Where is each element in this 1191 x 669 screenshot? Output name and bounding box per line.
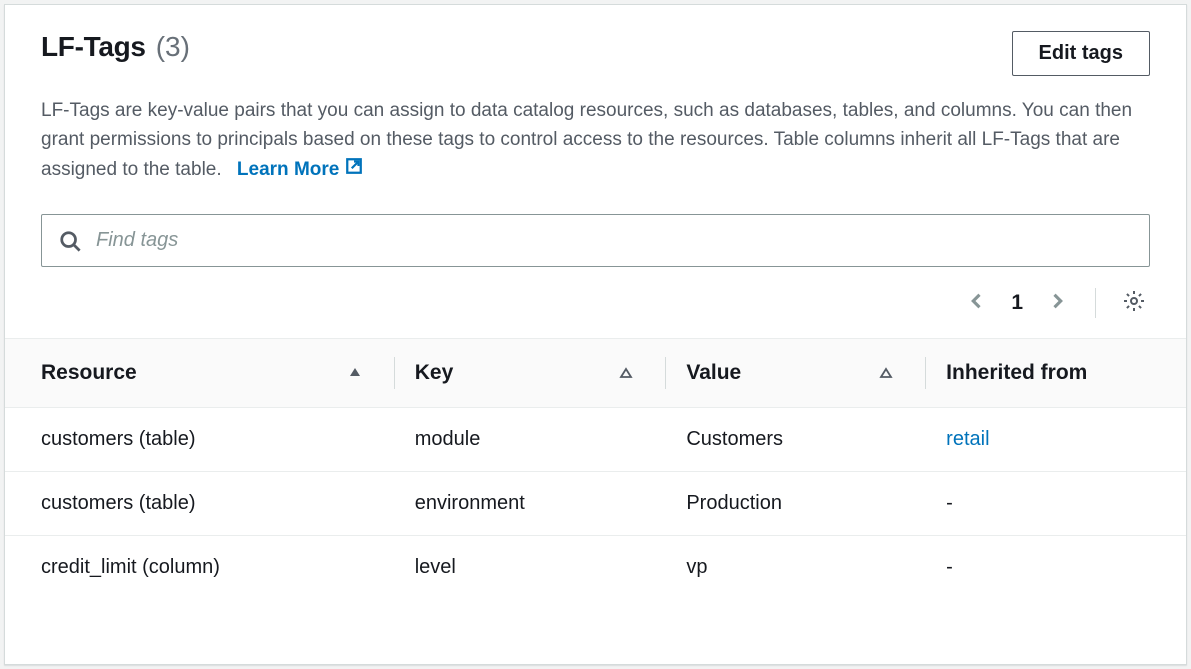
item-count: (3) [156, 31, 190, 63]
table-header-row: Resource Key [5, 339, 1186, 408]
cell-value: Customers [666, 408, 926, 472]
panel-header: LF-Tags (3) Edit tags LF-Tags are key-va… [5, 5, 1186, 184]
sort-icon [878, 365, 894, 381]
search-row [41, 214, 1150, 267]
settings-button[interactable] [1118, 285, 1150, 320]
gear-icon [1122, 289, 1146, 316]
table-row: customers (table)moduleCustomersretail [5, 408, 1186, 472]
panel-description: LF-Tags are key-value pairs that you can… [41, 96, 1141, 184]
next-page-button[interactable] [1043, 287, 1071, 318]
learn-more-label: Learn More [237, 155, 339, 184]
page-title: LF-Tags [41, 31, 146, 63]
cell-inherited[interactable]: retail [926, 408, 1186, 472]
table-row: customers (table)environmentProduction- [5, 472, 1186, 536]
cell-key: environment [395, 472, 667, 536]
prev-page-button[interactable] [963, 287, 991, 318]
column-label: Key [415, 361, 454, 385]
sort-icon [618, 365, 634, 381]
edit-tags-button[interactable]: Edit tags [1012, 31, 1150, 76]
sort-asc-icon [347, 365, 363, 381]
external-link-icon [345, 155, 363, 184]
cell-value: vp [666, 536, 926, 600]
table-wrap: Resource Key [5, 338, 1186, 664]
cell-value: Production [666, 472, 926, 536]
pagination: 1 [5, 267, 1186, 338]
search-input[interactable] [41, 214, 1150, 267]
cell-inherited: - [926, 536, 1186, 600]
column-label: Resource [41, 361, 137, 385]
learn-more-link[interactable]: Learn More [237, 155, 363, 184]
column-header-inherited[interactable]: Inherited from [926, 339, 1186, 408]
cell-resource: customers (table) [5, 472, 395, 536]
lf-tags-table: Resource Key [5, 338, 1186, 599]
cell-inherited: - [926, 472, 1186, 536]
cell-key: level [395, 536, 667, 600]
title-row: LF-Tags (3) Edit tags [41, 31, 1150, 76]
description-text: LF-Tags are key-value pairs that you can… [41, 100, 1132, 180]
column-header-key[interactable]: Key [395, 339, 667, 408]
lf-tags-panel: LF-Tags (3) Edit tags LF-Tags are key-va… [4, 4, 1187, 665]
column-header-value[interactable]: Value [666, 339, 926, 408]
pagination-separator [1095, 288, 1096, 318]
column-label: Value [686, 361, 741, 385]
table-body: customers (table)moduleCustomersretailcu… [5, 408, 1186, 600]
cell-resource: customers (table) [5, 408, 395, 472]
chevron-left-icon [967, 291, 987, 314]
page-number: 1 [1005, 291, 1029, 315]
table-row: credit_limit (column)levelvp- [5, 536, 1186, 600]
column-header-resource[interactable]: Resource [5, 339, 395, 408]
column-label: Inherited from [946, 361, 1087, 385]
chevron-right-icon [1047, 291, 1067, 314]
title-wrap: LF-Tags (3) [41, 31, 190, 63]
cell-resource: credit_limit (column) [5, 536, 395, 600]
cell-key: module [395, 408, 667, 472]
